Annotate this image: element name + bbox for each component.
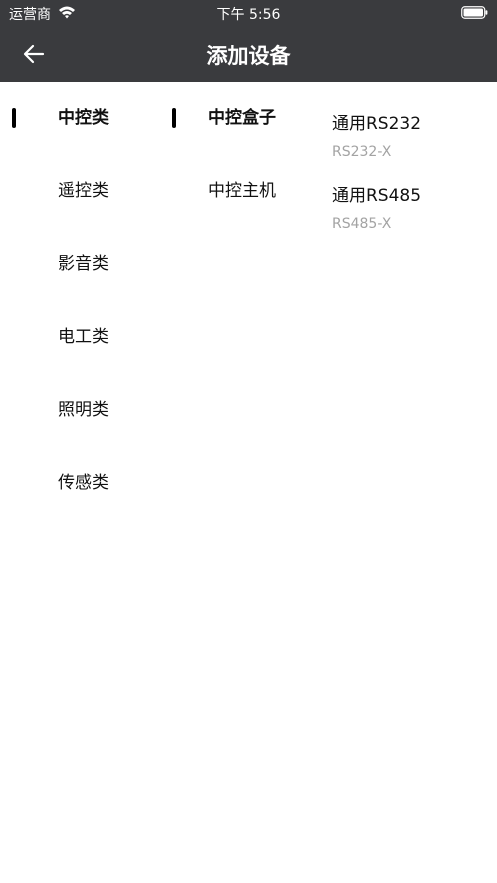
model-list: 通用RS232 RS232-X 通用RS485 RS485-X: [324, 82, 497, 232]
model-name: 通用RS232: [332, 114, 422, 134]
category-item-central-control[interactable]: 中控类: [0, 82, 166, 155]
subtype-item-control-host[interactable]: 中控主机: [166, 155, 324, 228]
model-item-rs232[interactable]: 通用RS232 RS232-X: [324, 82, 497, 160]
category-item-audio-video[interactable]: 影音类: [0, 228, 166, 301]
selected-indicator: [12, 108, 16, 128]
category-item-electrical[interactable]: 电工类: [0, 301, 166, 374]
category-label: 照明类: [58, 400, 109, 420]
subtype-list: 中控盒子 中控主机: [166, 82, 324, 228]
battery-icon: [461, 6, 488, 19]
category-label: 电工类: [58, 327, 109, 347]
subtype-label: 中控盒子: [208, 108, 276, 128]
nav-bar: 添加设备: [0, 26, 497, 82]
category-item-lighting[interactable]: 照明类: [0, 374, 166, 447]
status-time: 下午 5:56: [216, 7, 281, 23]
category-label: 遥控类: [58, 181, 109, 201]
category-label: 中控类: [58, 108, 109, 128]
category-list: 中控类 遥控类 影音类 电工类 照明类 传感类: [0, 82, 166, 520]
category-item-sensor[interactable]: 传感类: [0, 447, 166, 520]
category-label: 传感类: [58, 473, 109, 493]
category-label: 影音类: [58, 254, 109, 274]
model-code: RS485-X: [332, 216, 392, 232]
model-name: 通用RS485: [332, 186, 422, 206]
selected-indicator: [172, 108, 176, 128]
model-item-rs485[interactable]: 通用RS485 RS485-X: [324, 154, 497, 232]
subtype-item-control-box[interactable]: 中控盒子: [166, 82, 324, 155]
page-title: 添加设备: [206, 44, 291, 68]
subtype-label: 中控主机: [208, 181, 276, 201]
status-bar: 运营商 下午 5:56: [0, 0, 497, 26]
category-item-remote-control[interactable]: 遥控类: [0, 155, 166, 228]
